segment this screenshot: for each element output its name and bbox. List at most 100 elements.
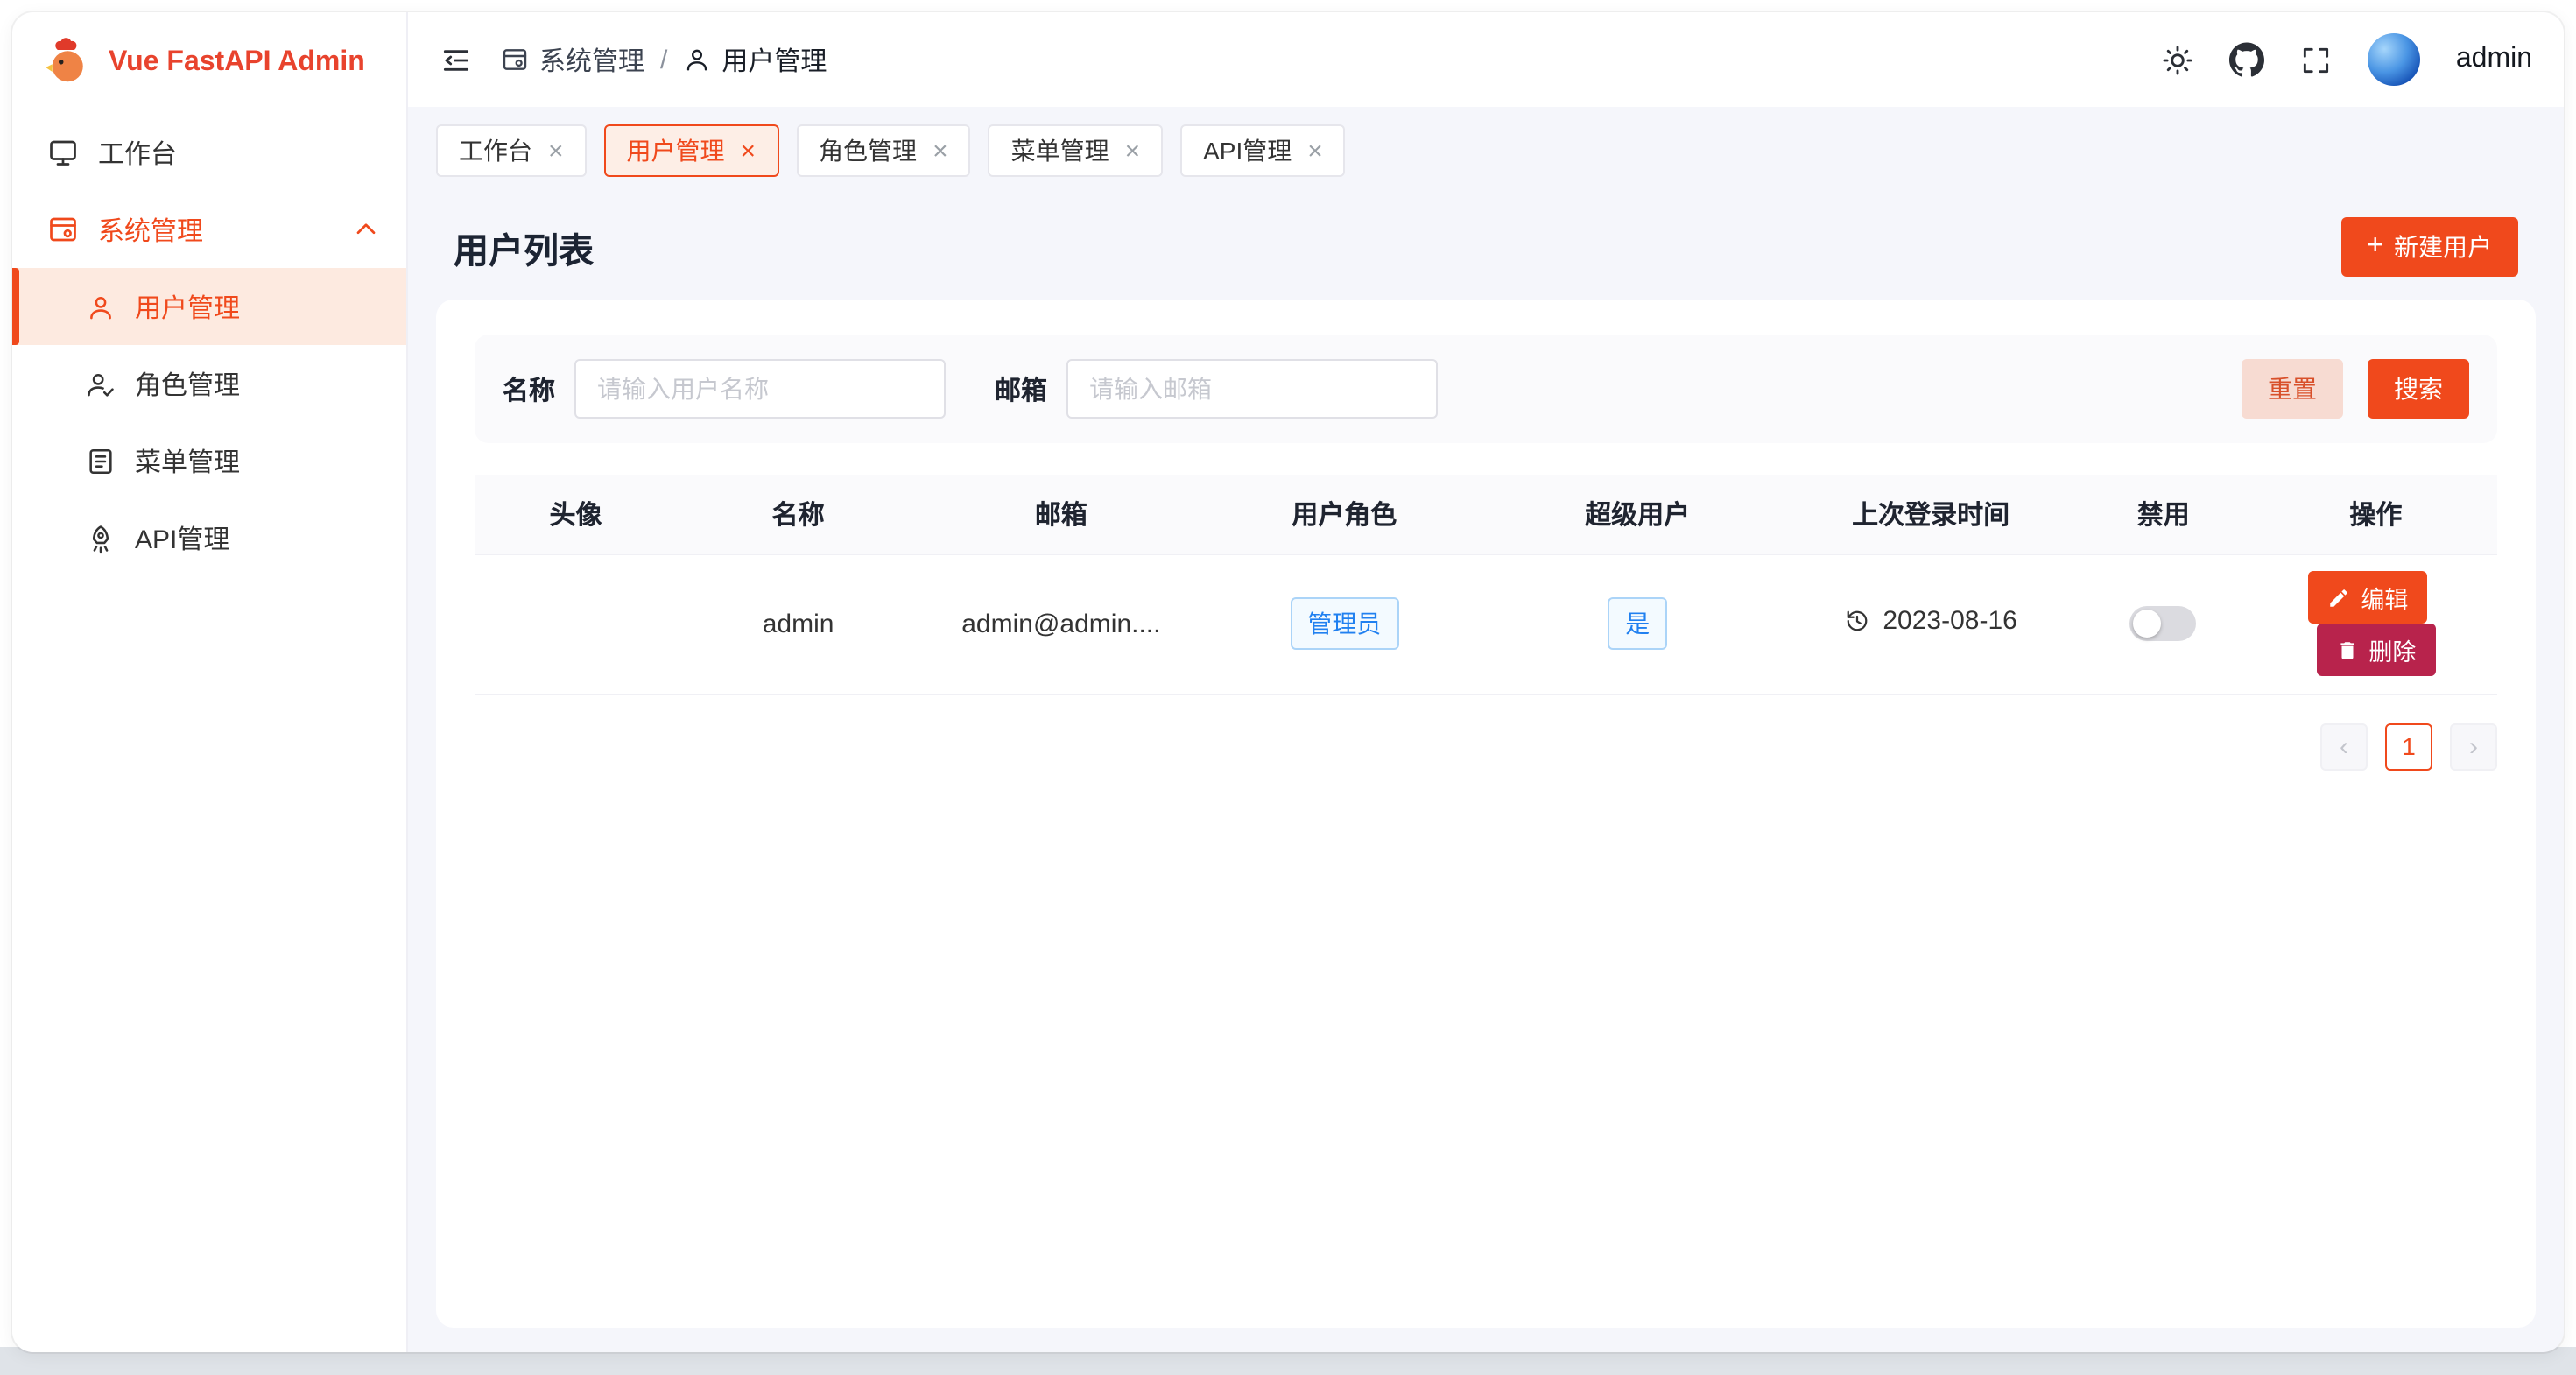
trash-icon	[2335, 638, 2358, 661]
tab-roles[interactable]: 角色管理 ×	[796, 124, 971, 177]
last-login-value: 2023-08-16	[1883, 606, 2016, 636]
tab-users[interactable]: 用户管理 ×	[604, 124, 779, 177]
breadcrumb: 系统管理 / 用户管理	[501, 41, 827, 78]
email-filter-input[interactable]	[1066, 359, 1438, 419]
tab-api[interactable]: API管理 ×	[1180, 124, 1346, 177]
list-document-icon	[86, 446, 116, 476]
sidebar-item-label: API管理	[135, 519, 229, 556]
logo[interactable]: Vue FastAPI Admin	[12, 12, 406, 114]
add-user-button[interactable]: + 新建用户	[2340, 217, 2518, 277]
tab-label: 用户管理	[627, 133, 725, 168]
delete-button[interactable]: 删除	[2316, 624, 2435, 676]
cell-last-login: 2023-08-16	[1789, 554, 2072, 694]
avatar[interactable]	[2368, 33, 2421, 86]
sidebar-item-api[interactable]: API管理	[12, 499, 406, 576]
breadcrumb-separator: /	[660, 45, 667, 74]
rocket-icon	[86, 523, 116, 553]
breadcrumb-item-system[interactable]: 系统管理	[501, 41, 644, 78]
reset-button[interactable]: 重置	[2242, 359, 2343, 419]
fullscreen-button[interactable]	[2300, 43, 2333, 76]
breadcrumb-label: 系统管理	[539, 41, 644, 78]
user-icon	[683, 46, 711, 74]
cell-actions: 编辑 删除	[2255, 554, 2497, 694]
sidebar-collapse-button[interactable]	[440, 43, 473, 76]
role-badge: 管理员	[1290, 597, 1398, 650]
cell-name: admin	[677, 554, 919, 694]
tab-menus[interactable]: 菜单管理 ×	[989, 124, 1164, 177]
top-header: 系统管理 / 用户管理	[408, 12, 2564, 107]
tab-label: API管理	[1203, 133, 1292, 168]
pagination: ‹ 1 ›	[475, 723, 2497, 770]
clock-history-icon	[1844, 608, 1870, 634]
tab-workbench[interactable]: 工作台 ×	[436, 124, 587, 177]
col-disabled: 禁用	[2073, 475, 2255, 554]
username[interactable]: admin	[2456, 44, 2532, 75]
rooster-logo-icon	[40, 37, 93, 89]
app-root: Vue FastAPI Admin 工作台 系统管理	[0, 0, 2576, 1375]
delete-label: 删除	[2368, 632, 2416, 667]
sun-icon	[2162, 43, 2195, 76]
edit-button[interactable]: 编辑	[2308, 571, 2427, 624]
close-icon[interactable]: ×	[741, 138, 757, 164]
menu-fold-icon	[440, 43, 473, 76]
user-icon	[86, 292, 116, 321]
page-title: 用户列表	[454, 222, 594, 272]
disabled-toggle[interactable]	[2130, 606, 2197, 641]
sidebar-item-roles[interactable]: 角色管理	[12, 345, 406, 422]
col-avatar: 头像	[475, 475, 677, 554]
pagination-prev-button[interactable]: ‹	[2320, 723, 2368, 770]
user-list-card: 名称 邮箱 重置 搜索	[436, 300, 2536, 1328]
table-row: admin admin@admin.... 管理员 是	[475, 554, 2497, 694]
cell-avatar	[475, 554, 677, 694]
sidebar-item-workbench[interactable]: 工作台	[12, 114, 406, 191]
name-filter-label: 名称	[503, 370, 555, 407]
page-header: 用户列表 + 新建用户	[436, 191, 2536, 300]
add-user-label: 新建用户	[2394, 229, 2492, 264]
close-icon[interactable]: ×	[548, 138, 564, 164]
pagination-page-1[interactable]: 1	[2385, 723, 2432, 770]
edit-label: 编辑	[2361, 580, 2408, 615]
window-gear-icon	[47, 214, 79, 245]
close-icon[interactable]: ×	[1125, 138, 1141, 164]
cell-email: admin@admin....	[919, 554, 1202, 694]
sidebar-item-users[interactable]: 用户管理	[12, 268, 406, 345]
col-role: 用户角色	[1203, 475, 1486, 554]
pagination-next-button[interactable]: ›	[2450, 723, 2497, 770]
name-filter-input[interactable]	[574, 359, 946, 419]
filter-bar: 名称 邮箱 重置 搜索	[475, 335, 2497, 443]
github-link-button[interactable]	[2230, 42, 2265, 77]
sidebar-item-system[interactable]: 系统管理	[12, 191, 406, 268]
app-title: Vue FastAPI Admin	[109, 47, 365, 79]
sidebar-item-menus[interactable]: 菜单管理	[12, 422, 406, 499]
tab-label: 菜单管理	[1011, 133, 1109, 168]
close-icon[interactable]: ×	[933, 138, 948, 164]
toggle-knob	[2134, 610, 2162, 638]
tab-label: 角色管理	[819, 133, 917, 168]
content-area: 用户列表 + 新建用户 名称 邮箱 重置 搜索	[408, 191, 2564, 1352]
sidebar-item-label: 用户管理	[135, 288, 240, 325]
close-icon[interactable]: ×	[1307, 138, 1323, 164]
fullscreen-icon	[2300, 43, 2333, 76]
plus-icon: +	[2367, 233, 2383, 261]
breadcrumb-item-users[interactable]: 用户管理	[683, 41, 827, 78]
cell-superuser: 是	[1486, 554, 1790, 694]
app-window: Vue FastAPI Admin 工作台 系统管理	[12, 12, 2564, 1352]
cell-disabled	[2073, 554, 2255, 694]
sidebar-item-label: 工作台	[98, 134, 177, 171]
sidebar: Vue FastAPI Admin 工作台 系统管理	[12, 12, 408, 1352]
breadcrumb-label: 用户管理	[721, 41, 827, 78]
superuser-badge: 是	[1608, 597, 1667, 650]
email-filter-label: 邮箱	[995, 370, 1047, 407]
sidebar-item-label: 系统管理	[98, 211, 203, 248]
users-table: 头像 名称 邮箱 用户角色 超级用户 上次登录时间 禁用 操作	[475, 475, 2497, 695]
main-area: 系统管理 / 用户管理	[408, 12, 2564, 1352]
cell-role: 管理员	[1203, 554, 1486, 694]
user-check-icon	[86, 369, 116, 398]
theme-toggle-button[interactable]	[2162, 43, 2195, 76]
col-last-login: 上次登录时间	[1789, 475, 2072, 554]
search-button[interactable]: 搜索	[2368, 359, 2469, 419]
col-email: 邮箱	[919, 475, 1202, 554]
pencil-icon	[2327, 586, 2350, 609]
col-superuser: 超级用户	[1486, 475, 1790, 554]
header-actions: admin	[2162, 33, 2532, 86]
